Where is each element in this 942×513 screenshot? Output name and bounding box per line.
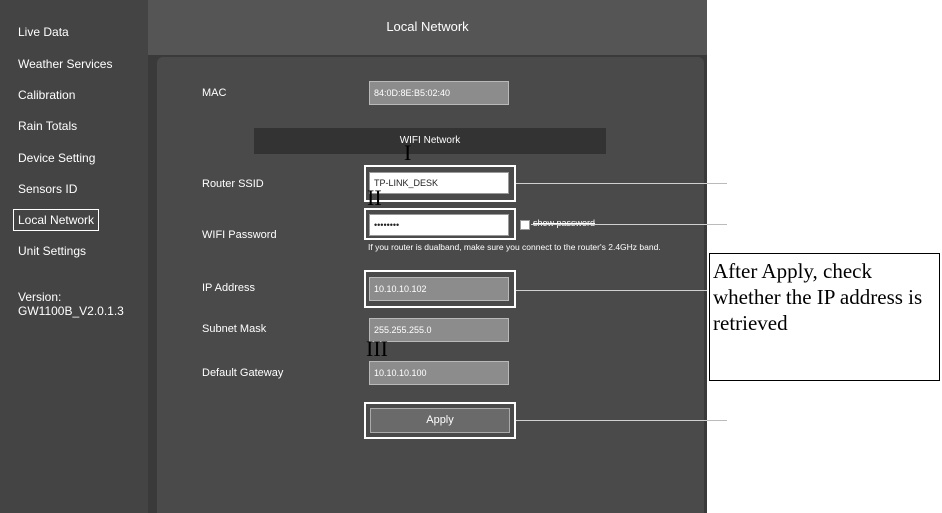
sidebar-item-sensors-id[interactable]: Sensors ID (18, 181, 77, 197)
version-info: Version: GW1100B_V2.0.1.3 (18, 290, 124, 318)
wifi-password-input[interactable]: •••••••• (369, 214, 509, 236)
mac-label: MAC (202, 87, 227, 99)
subnet-mask-label: Subnet Mask (202, 323, 267, 335)
connector-line-ip (516, 290, 707, 291)
ssid-input[interactable]: TP-LINK_DESK (369, 172, 509, 194)
connector-line-ssid (516, 183, 707, 184)
sidebar-item-live-data[interactable]: Live Data (18, 24, 69, 40)
callout-note: After Apply, check whether the IP addres… (709, 253, 940, 381)
default-gateway-field: 10.10.10.100 (369, 361, 509, 385)
header-bar: Local Network (148, 0, 707, 55)
ip-address-label: IP Address (202, 282, 255, 294)
marker-i: I (404, 140, 412, 165)
sidebar: Live Data Weather Services Calibration R… (0, 0, 148, 513)
sidebar-item-unit-settings[interactable]: Unit Settings (18, 243, 86, 259)
mac-field: 84:0D:8E:B5:02:40 (369, 81, 509, 105)
connector-line-apply-outside (707, 420, 727, 421)
sidebar-item-device-setting[interactable]: Device Setting (18, 150, 95, 166)
ip-address-field: 10.10.10.102 (369, 277, 509, 301)
page-title: Local Network (386, 19, 469, 34)
ssid-label: Router SSID (202, 178, 264, 190)
app-window: Live Data Weather Services Calibration R… (0, 0, 707, 513)
connector-line-password (531, 224, 707, 225)
wifi-section-header: WIFI Network (254, 128, 606, 154)
connector-line-apply (516, 420, 707, 421)
default-gateway-label: Default Gateway (202, 367, 284, 379)
connector-line-password-outside (707, 224, 727, 225)
apply-button[interactable]: Apply (370, 408, 510, 433)
sidebar-item-local-network[interactable]: Local Network (13, 209, 100, 231)
version-value: GW1100B_V2.0.1.3 (18, 304, 124, 318)
sidebar-item-rain-totals[interactable]: Rain Totals (18, 118, 77, 134)
marker-iii: III (366, 336, 388, 361)
sidebar-item-calibration[interactable]: Calibration (18, 87, 75, 103)
version-label: Version: (18, 290, 62, 304)
show-password-checkbox[interactable] (520, 220, 530, 230)
sidebar-item-weather-services[interactable]: Weather Services (18, 56, 112, 72)
marker-ii: II (367, 185, 382, 210)
dualband-note: If you router is dualband, make sure you… (368, 242, 661, 252)
show-password-label: show password (533, 218, 596, 228)
wifi-password-label: WIFI Password (202, 229, 277, 241)
subnet-mask-field: 255.255.255.0 (369, 318, 509, 342)
connector-line-ssid-outside (707, 183, 727, 184)
